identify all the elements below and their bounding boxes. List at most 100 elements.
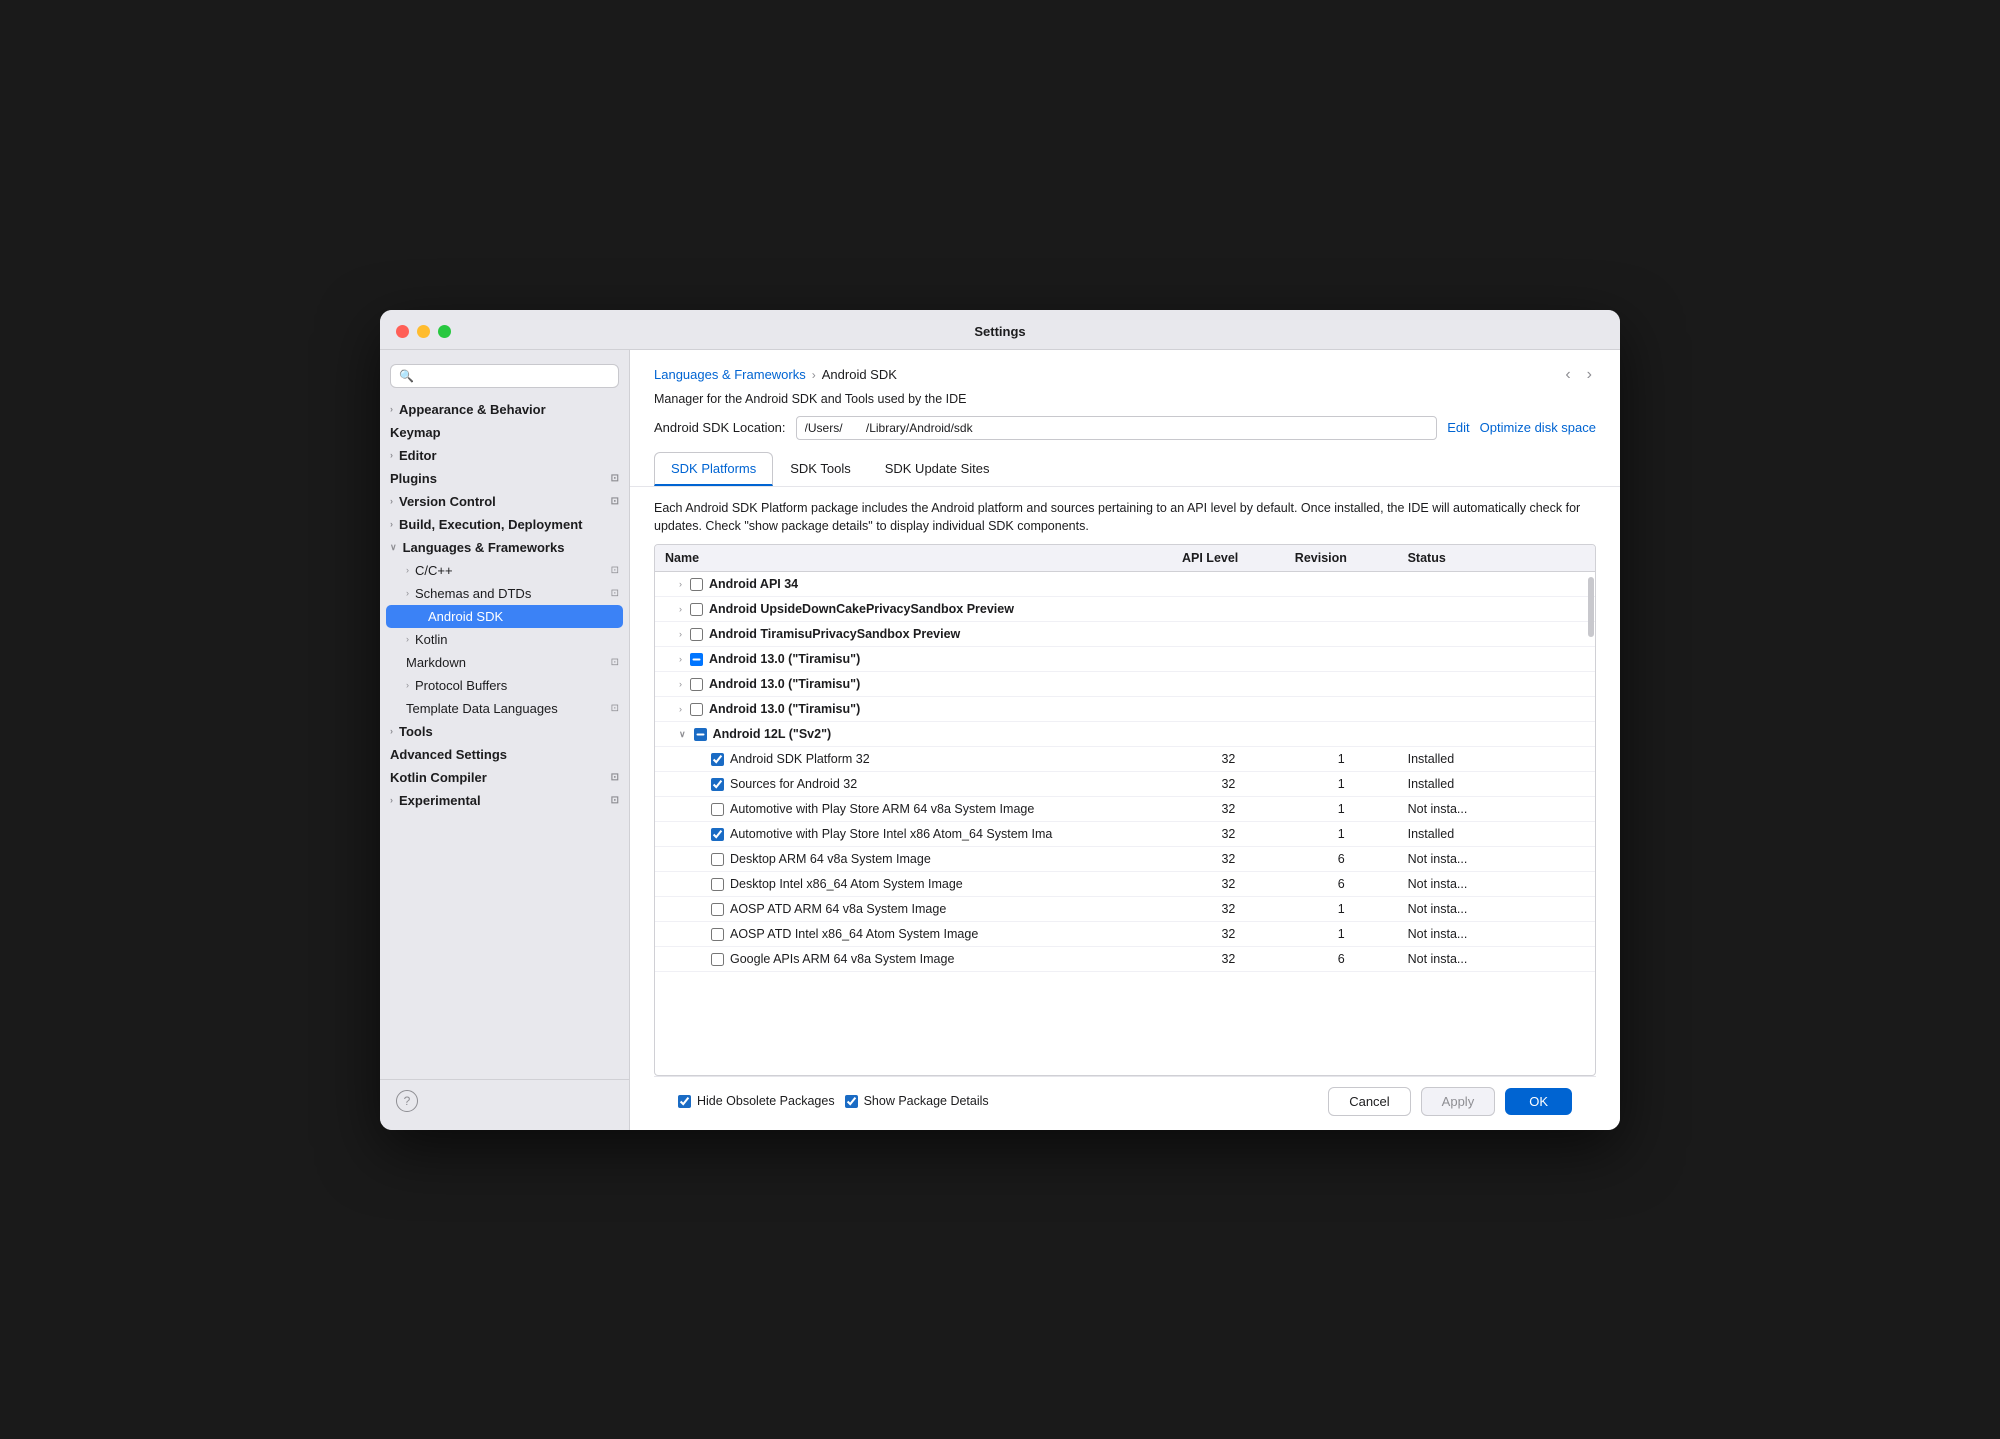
- row-checkbox[interactable]: [711, 803, 724, 816]
- table-row: Desktop ARM 64 v8a System Image 32 6 Not…: [655, 847, 1595, 872]
- td-revision: 1: [1285, 922, 1398, 947]
- optimize-button[interactable]: Optimize disk space: [1480, 420, 1596, 435]
- table-row: Google APIs ARM 64 v8a System Image 32 6…: [655, 947, 1595, 972]
- tab-sdk-tools[interactable]: SDK Tools: [773, 452, 867, 486]
- sidebar-item-appearance[interactable]: › Appearance & Behavior: [380, 398, 629, 421]
- row-expand-icon[interactable]: ›: [679, 704, 682, 714]
- sdk-description: Each Android SDK Platform package includ…: [654, 487, 1596, 545]
- hide-obsolete-checkbox[interactable]: [678, 1095, 691, 1108]
- sidebar-item-kotlin-compiler[interactable]: Kotlin Compiler ⊡: [380, 766, 629, 789]
- row-checkbox[interactable]: [690, 678, 703, 691]
- td-revision: 1: [1285, 897, 1398, 922]
- sidebar-item-version-control[interactable]: › Version Control ⊡: [380, 490, 629, 513]
- sidebar-item-protocol-buffers[interactable]: › Protocol Buffers: [380, 674, 629, 697]
- chevron-icon: ›: [390, 450, 393, 460]
- sidebar-item-markdown[interactable]: Markdown ⊡: [380, 651, 629, 674]
- help-button[interactable]: ?: [396, 1090, 418, 1112]
- sidebar-item-label: Experimental: [399, 793, 481, 808]
- row-checkbox[interactable]: [711, 878, 724, 891]
- td-api: [1172, 647, 1285, 672]
- td-name: › Android UpsideDownCakePrivacySandbox P…: [655, 597, 1172, 622]
- sidebar-item-label: Appearance & Behavior: [399, 402, 546, 417]
- sidebar-item-tools[interactable]: › Tools: [380, 720, 629, 743]
- sidebar-item-experimental[interactable]: › Experimental ⊡: [380, 789, 629, 812]
- row-checkbox[interactable]: [711, 953, 724, 966]
- table-row: AOSP ATD Intel x86_64 Atom System Image …: [655, 922, 1595, 947]
- badge-icon: ⊡: [611, 473, 619, 484]
- forward-button[interactable]: ›: [1583, 366, 1596, 384]
- scrollbar[interactable]: [1587, 545, 1595, 1075]
- ok-button[interactable]: OK: [1505, 1088, 1572, 1115]
- row-checkbox[interactable]: [690, 628, 703, 641]
- minimize-button[interactable]: [417, 325, 430, 338]
- sidebar-item-keymap[interactable]: Keymap: [380, 421, 629, 444]
- sdk-location-label: Android SDK Location:: [654, 420, 786, 435]
- sidebar-item-template-data[interactable]: Template Data Languages ⊡: [380, 697, 629, 720]
- search-input[interactable]: [418, 369, 610, 383]
- row-checkbox[interactable]: [690, 703, 703, 716]
- close-button[interactable]: [396, 325, 409, 338]
- table-row: ∨ Android 12L ("Sv2"): [655, 722, 1595, 747]
- row-expand-icon[interactable]: ›: [679, 629, 682, 639]
- sidebar-item-android-sdk[interactable]: Android SDK: [386, 605, 623, 628]
- row-checkbox[interactable]: [690, 653, 703, 666]
- sidebar-item-label: Languages & Frameworks: [403, 540, 565, 555]
- sidebar-item-label: C/C++: [415, 563, 453, 578]
- row-checkbox[interactable]: [711, 853, 724, 866]
- sidebar-item-advanced-settings[interactable]: Advanced Settings: [380, 743, 629, 766]
- sidebar-item-label: Protocol Buffers: [415, 678, 507, 693]
- row-checkbox[interactable]: [711, 778, 724, 791]
- sidebar-item-editor[interactable]: › Editor: [380, 444, 629, 467]
- search-box[interactable]: 🔍: [390, 364, 619, 388]
- row-expand-icon[interactable]: ›: [679, 604, 682, 614]
- td-name: Desktop ARM 64 v8a System Image: [655, 847, 1172, 872]
- back-button[interactable]: ‹: [1561, 366, 1574, 384]
- td-revision: [1285, 672, 1398, 697]
- tab-sdk-platforms[interactable]: SDK Platforms: [654, 452, 773, 486]
- sidebar-item-build[interactable]: › Build, Execution, Deployment: [380, 513, 629, 536]
- apply-button[interactable]: Apply: [1421, 1087, 1496, 1116]
- table-row: Desktop Intel x86_64 Atom System Image 3…: [655, 872, 1595, 897]
- sidebar-item-cpp[interactable]: › C/C++ ⊡: [380, 559, 629, 582]
- show-details-checkbox[interactable]: [845, 1095, 858, 1108]
- sidebar-item-label: Editor: [399, 448, 437, 463]
- td-name: Automotive with Play Store ARM 64 v8a Sy…: [655, 797, 1172, 822]
- row-checkbox[interactable]: [711, 753, 724, 766]
- sidebar-item-plugins[interactable]: Plugins ⊡: [380, 467, 629, 490]
- row-checkbox[interactable]: [694, 728, 707, 741]
- row-checkbox[interactable]: [690, 578, 703, 591]
- table-row: › Android TiramisuPrivacySandbox Preview: [655, 622, 1595, 647]
- row-checkbox[interactable]: [711, 903, 724, 916]
- sidebar-item-languages[interactable]: ∨ Languages & Frameworks: [380, 536, 629, 559]
- sidebar-item-schemas[interactable]: › Schemas and DTDs ⊡: [380, 582, 629, 605]
- sidebar-item-label: Kotlin Compiler: [390, 770, 487, 785]
- sdk-location-input[interactable]: [796, 416, 1438, 440]
- cancel-button[interactable]: Cancel: [1328, 1087, 1410, 1116]
- row-checkbox[interactable]: [711, 928, 724, 941]
- window-body: 🔍 › Appearance & Behavior Keymap › Edito…: [380, 350, 1620, 1130]
- row-expand-icon[interactable]: ›: [679, 679, 682, 689]
- breadcrumb-parent[interactable]: Languages & Frameworks: [654, 367, 806, 382]
- row-checkbox[interactable]: [690, 603, 703, 616]
- chevron-icon: ›: [406, 634, 409, 644]
- row-checkbox[interactable]: [711, 828, 724, 841]
- td-status: [1398, 647, 1595, 672]
- td-api: 32: [1172, 872, 1285, 897]
- td-revision: 1: [1285, 772, 1398, 797]
- row-expand-icon[interactable]: ›: [679, 654, 682, 664]
- maximize-button[interactable]: [438, 325, 451, 338]
- breadcrumb-current: Android SDK: [822, 367, 897, 382]
- show-details-row: Show Package Details: [845, 1094, 989, 1108]
- chevron-icon: ›: [390, 795, 393, 805]
- sidebar-item-kotlin[interactable]: › Kotlin: [380, 628, 629, 651]
- tab-sdk-update-sites[interactable]: SDK Update Sites: [868, 452, 1007, 486]
- hide-obsolete-label[interactable]: Hide Obsolete Packages: [697, 1094, 835, 1108]
- show-details-label[interactable]: Show Package Details: [864, 1094, 989, 1108]
- row-expand-icon[interactable]: ∨: [679, 729, 686, 740]
- sidebar-item-label: Build, Execution, Deployment: [399, 517, 582, 532]
- td-name: Desktop Intel x86_64 Atom System Image: [655, 872, 1172, 897]
- row-expand-icon[interactable]: ›: [679, 579, 682, 589]
- edit-button[interactable]: Edit: [1447, 420, 1469, 435]
- td-status: [1398, 722, 1595, 747]
- breadcrumb-nav: ‹ ›: [1561, 366, 1596, 384]
